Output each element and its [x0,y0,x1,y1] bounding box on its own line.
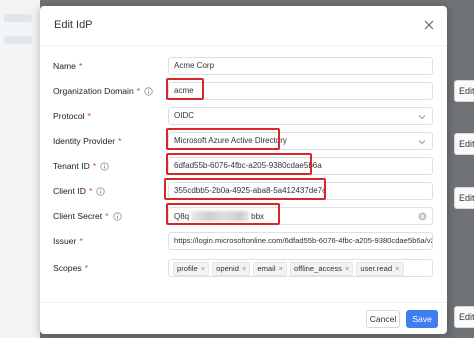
scope-tag: offline_access × [289,262,354,276]
remove-tag-icon[interactable]: × [201,264,205,273]
save-button[interactable]: Save [406,310,438,328]
name-input[interactable]: Acme Corp [168,57,433,75]
name-row: Name * Acme Corp [40,57,447,75]
info-icon[interactable] [100,162,109,171]
tenant-id-label: Tenant ID * [53,161,109,171]
background-edit-button[interactable]: Edit [454,306,474,328]
org-domain-row: Organization Domain * acme [40,82,447,100]
issuer-label: Issuer * [53,236,83,246]
highlight-box [166,203,280,225]
remove-tag-icon[interactable]: × [345,264,349,273]
edit-idp-modal: Edit IdP Name * Acme Corp Organization Do… [40,6,447,334]
modal-title: Edit IdP [54,19,93,31]
protocol-select[interactable]: OIDC [168,107,433,125]
client-id-label: Client ID * [53,186,105,196]
info-icon[interactable] [96,187,105,196]
highlight-box [164,178,326,200]
scopes-input[interactable]: profile × openid × email × offline_access × user… [168,259,433,277]
highlight-box [166,128,280,150]
remove-tag-icon[interactable]: × [279,264,283,273]
issuer-input[interactable]: https://login.microsoftonline.com/6dfad5… [168,232,433,250]
remove-tag-icon[interactable]: × [242,264,246,273]
cancel-button[interactable]: Cancel [366,310,400,328]
scopes-row: Scopes * profile × openid × email × offline_acc… [40,259,447,277]
scope-tag: openid × [212,262,251,276]
highlight-box [166,78,204,100]
org-domain-input[interactable]: acme [168,82,433,100]
chevron-down-icon [418,140,426,145]
background-edit-button[interactable]: Edit [454,187,474,209]
scope-tag: profile × [173,262,210,276]
scope-tag: user.read × [356,262,404,276]
modal-footer: Cancel Save [40,302,447,334]
protocol-label: Protocol * [53,111,91,121]
background-edit-button[interactable]: Edit [454,80,474,102]
remove-tag-icon[interactable]: × [395,264,399,273]
close-icon[interactable] [421,17,437,33]
issuer-row: Issuer * https://login.microsoftonline.co… [40,232,447,250]
org-domain-label: Organization Domain * [53,86,153,96]
scopes-label: Scopes * [53,263,89,273]
sidebar-bar [4,14,32,22]
chevron-down-icon [418,115,426,120]
identity-provider-label: Identity Provider * [53,136,122,146]
sidebar-bar [4,36,32,44]
scope-tag: email × [253,262,287,276]
info-icon[interactable] [112,212,122,221]
name-label: Name * [53,61,83,71]
info-icon[interactable] [144,87,153,96]
highlight-box [166,153,312,175]
background-edit-button[interactable]: Edit [454,133,474,155]
background-sidebar [0,0,40,338]
client-secret-label: Client Secret * [53,211,122,221]
clear-icon[interactable] [418,212,427,221]
protocol-row: Protocol * OIDC [40,107,447,125]
modal-header: Edit IdP [40,6,447,46]
